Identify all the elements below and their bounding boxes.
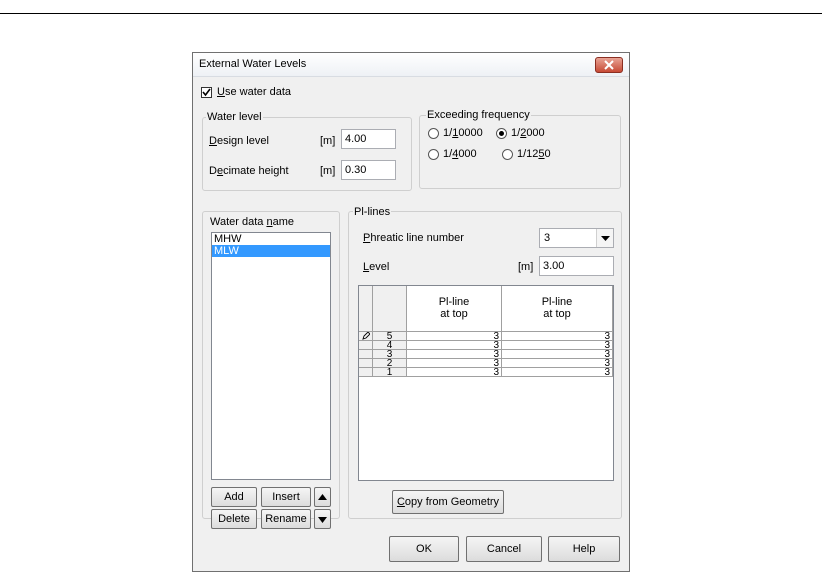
arrow-down-icon — [318, 517, 327, 523]
cancel-button[interactable]: Cancel — [466, 536, 542, 562]
freq-label-1-10000: 1/10000 — [443, 127, 483, 139]
move-down-button[interactable] — [314, 509, 331, 529]
table-cell[interactable]: 3 — [407, 341, 502, 351]
design-level-label: Design level — [209, 135, 269, 147]
row-indicator — [359, 350, 373, 359]
freq-label-1-2000: 1/2000 — [511, 127, 545, 139]
table-cell[interactable]: 3 — [502, 368, 613, 378]
row-indicator — [359, 368, 373, 377]
copy-from-geometry-button[interactable]: Copy from Geometry — [392, 490, 504, 514]
list-item[interactable]: MHW — [212, 233, 330, 245]
pl-lines-group: Pl-lines Phreatic line number 3 Level [m… — [348, 206, 622, 519]
water-level-legend: Water level — [206, 111, 263, 123]
level-input[interactable]: 3.00 — [539, 256, 614, 276]
phreatic-line-number-value: 3 — [544, 232, 551, 244]
freq-radio-1-1250[interactable] — [502, 149, 513, 160]
table-cell[interactable]: 3 — [502, 332, 613, 342]
table-cell[interactable]: 3 — [502, 359, 613, 369]
add-button[interactable]: Add — [211, 487, 257, 507]
col2-header-line2: at top — [543, 308, 571, 320]
list-item[interactable]: MLW — [212, 245, 330, 257]
design-level-unit: [m] — [320, 135, 336, 147]
decimate-height-label: Decimate height — [209, 165, 289, 177]
water-data-name-label: Water data name — [210, 216, 294, 228]
delete-button[interactable]: Delete — [211, 509, 257, 529]
water-data-panel: Water data name MHW MLW Add Insert Delet… — [202, 211, 340, 529]
title-bar: External Water Levels — [193, 53, 629, 77]
pl-lines-legend: Pl-lines — [353, 206, 392, 218]
level-label: Level — [363, 261, 390, 273]
close-button[interactable] — [595, 57, 623, 73]
freq-radio-1-2000[interactable] — [496, 128, 507, 139]
exceeding-frequency-legend: Exceeding frequency — [426, 109, 531, 121]
col1-header-line1: Pl-line — [438, 296, 470, 308]
row-indicator — [359, 359, 373, 368]
table-cell[interactable]: 3 — [407, 350, 502, 360]
water-level-group: Water level Design level [m] 4.00 Decima… — [202, 111, 412, 191]
checkmark-icon — [202, 88, 211, 97]
external-water-levels-dialog: External Water Levels Use water data Wat… — [192, 52, 630, 572]
table-cell[interactable]: 3 — [502, 341, 613, 351]
phreatic-line-number-label: Phreatic line number — [363, 232, 464, 244]
decimate-height-unit: [m] — [320, 165, 336, 177]
freq-radio-1-4000[interactable] — [428, 149, 439, 160]
table-cell[interactable]: 3 — [502, 350, 613, 360]
table-row-id: 1 — [373, 368, 407, 378]
dropdown-button[interactable] — [596, 229, 613, 247]
table-cell[interactable]: 3 — [407, 359, 502, 369]
row-indicator — [359, 332, 373, 341]
decimate-height-input[interactable]: 0.30 — [341, 160, 396, 180]
level-unit: [m] — [518, 261, 534, 273]
table-cell[interactable]: 3 — [407, 332, 502, 342]
row-indicator — [359, 341, 373, 350]
arrow-up-icon — [318, 494, 327, 500]
close-icon — [604, 60, 614, 70]
col1-header-line2: at top — [440, 308, 468, 320]
rename-button[interactable]: Rename — [261, 509, 311, 529]
freq-label-1-1250: 1/1250 — [517, 148, 551, 160]
table-column-header-2: Pl-line at top — [502, 286, 613, 332]
exceeding-frequency-group: Exceeding frequency 1/10000 1/2000 1/400… — [419, 109, 621, 189]
insert-button[interactable]: Insert — [261, 487, 311, 507]
pl-lines-table[interactable]: Pl-line at top Pl-line at top 5 3 3 4 3 … — [358, 285, 614, 481]
water-data-list[interactable]: MHW MLW — [211, 232, 331, 480]
phreatic-line-number-select[interactable]: 3 — [539, 228, 614, 248]
chevron-down-icon — [601, 236, 610, 241]
top-divider-line — [0, 13, 822, 14]
design-level-input[interactable]: 4.00 — [341, 129, 396, 149]
use-water-data-label: Use water data — [217, 86, 291, 98]
freq-label-1-4000: 1/4000 — [443, 148, 477, 160]
table-corner-header — [359, 286, 373, 332]
freq-radio-1-10000[interactable] — [428, 128, 439, 139]
move-up-button[interactable] — [314, 487, 331, 507]
dialog-title: External Water Levels — [199, 58, 307, 70]
help-button[interactable]: Help — [548, 536, 620, 562]
ok-button[interactable]: OK — [389, 536, 459, 562]
table-id-header — [373, 286, 407, 332]
table-column-header-1: Pl-line at top — [407, 286, 502, 332]
col2-header-line1: Pl-line — [541, 296, 573, 308]
table-cell[interactable]: 3 — [407, 368, 502, 378]
use-water-data-checkbox[interactable] — [201, 87, 212, 98]
pencil-icon — [362, 332, 370, 340]
